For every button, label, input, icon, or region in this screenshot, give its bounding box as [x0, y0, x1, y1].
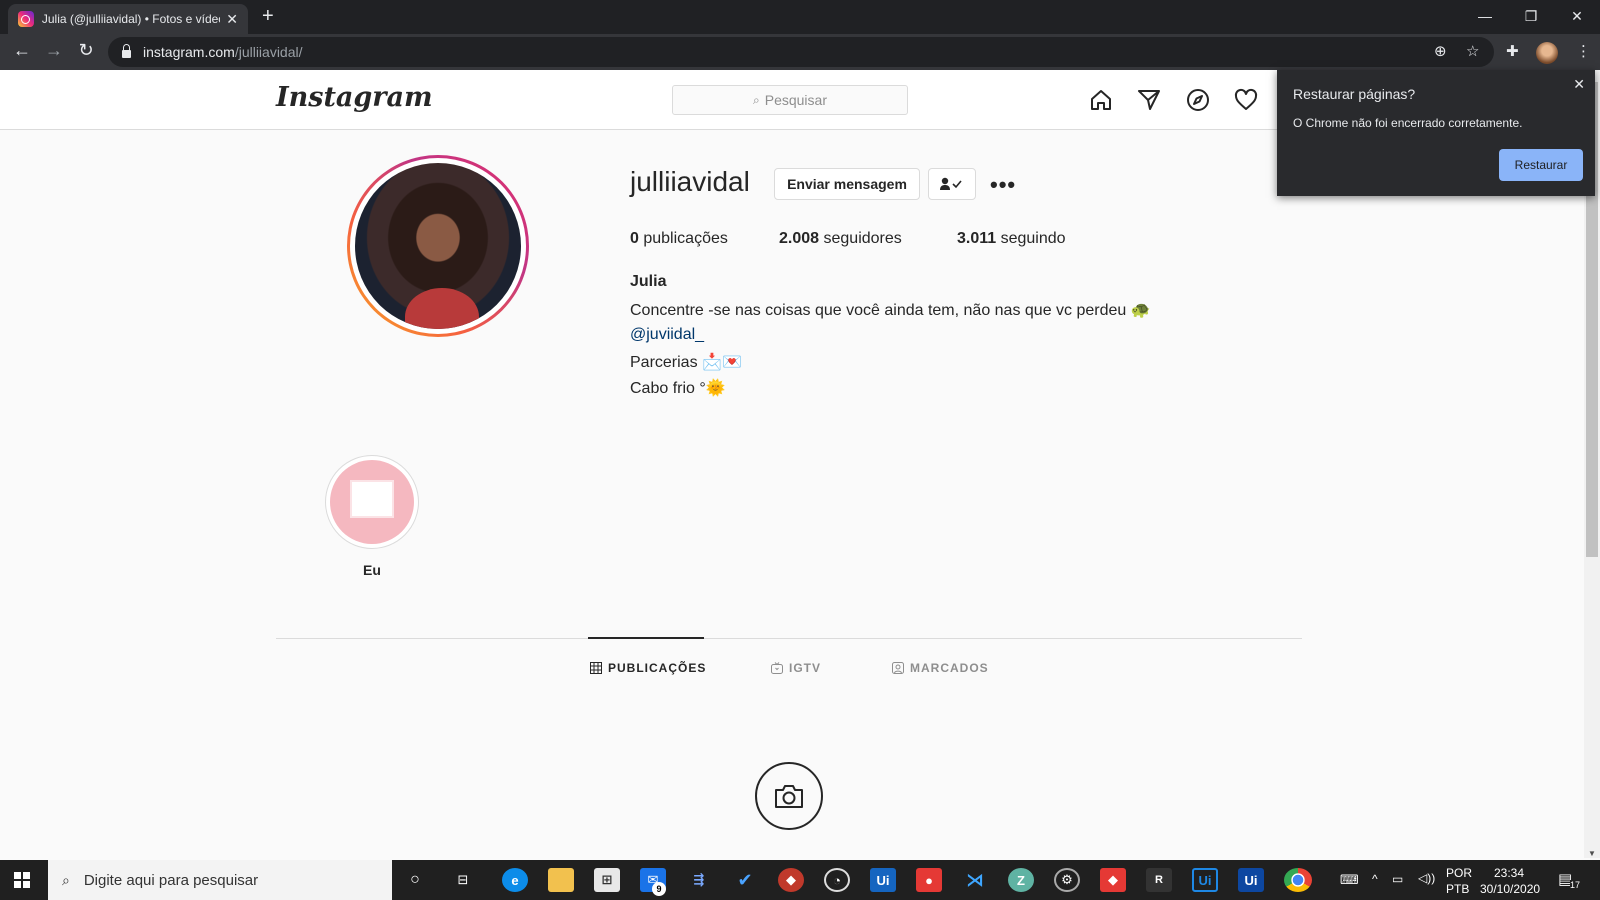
r-app-icon[interactable]: R	[1146, 868, 1172, 892]
following-link[interactable]: 3.011 seguindo	[957, 230, 1066, 248]
browser-titlebar: Julia (@julliiavidal) • Fotos e vídeos ✕…	[0, 0, 1600, 34]
settings-gear-icon[interactable]: ⚙	[1054, 868, 1080, 892]
uipath-robot-icon[interactable]: Ui	[1238, 868, 1264, 892]
tab-close-icon[interactable]: ✕	[226, 11, 238, 28]
active-tab-indicator	[588, 637, 704, 639]
volume-icon[interactable]: ◁))	[1418, 871, 1435, 885]
bio-line: Cabo frio °🌞	[630, 380, 726, 397]
lock-icon	[122, 44, 131, 58]
forward-icon[interactable]: →	[42, 40, 66, 61]
bookmark-star-icon[interactable]: ☆	[1466, 42, 1479, 60]
zoom-icon[interactable]: ⊕	[1434, 42, 1447, 60]
story-highlight[interactable]	[325, 455, 419, 549]
url-text: instagram.com/julliiavidal/	[143, 44, 303, 60]
popup-close-icon[interactable]: ✕	[1573, 76, 1585, 93]
network-icon[interactable]: ▭	[1392, 872, 1403, 886]
tab-title: Julia (@julliiavidal) • Fotos e vídeos	[41, 12, 221, 26]
igtv-icon	[771, 662, 783, 674]
profile-username: julliiavidal	[630, 166, 750, 197]
uipath-studio-icon[interactable]: Ui	[1192, 868, 1218, 892]
z-app-icon[interactable]: Z	[1008, 868, 1034, 892]
instagram-logo[interactable]: Instagram	[276, 82, 433, 113]
notifications-count: 17	[1570, 880, 1581, 890]
profile-full-name: Julia	[630, 273, 667, 290]
bio-mention-link[interactable]: @juviidal_	[630, 326, 704, 344]
browser-tab[interactable]: Julia (@julliiavidal) • Fotos e vídeos ✕	[8, 4, 248, 34]
bio-line: Concentre -se nas coisas que você ainda …	[630, 302, 1151, 319]
azure-devops-icon[interactable]: ⇶	[686, 868, 712, 892]
restore-window-button[interactable]: ❐	[1508, 4, 1554, 28]
bio-line: Parcerias 📩💌	[630, 354, 742, 371]
obs-icon[interactable]: ◔	[824, 868, 850, 892]
tab-igtv[interactable]: IGTV	[771, 661, 821, 675]
restore-pages-popup: Restaurar páginas? ✕ O Chrome não foi en…	[1277, 70, 1595, 196]
search-icon: ⌕	[62, 871, 70, 888]
instagram-favicon-icon	[18, 11, 34, 27]
tab-publicacoes[interactable]: PUBLICAÇÕES	[590, 661, 706, 675]
explore-compass-icon[interactable]	[1186, 88, 1210, 112]
popup-title: Restaurar páginas?	[1293, 86, 1416, 102]
tab-marcados[interactable]: MARCADOS	[892, 661, 989, 675]
profile-avatar[interactable]	[1536, 42, 1558, 64]
home-icon[interactable]	[1089, 88, 1113, 112]
browser-toolbar: ← → ↻ instagram.com/julliiavidal/ ⊕ ☆ ✚ …	[0, 34, 1600, 70]
send-message-button[interactable]: Enviar mensagem	[774, 168, 920, 200]
menu-kebab-icon[interactable]: ⋮	[1576, 42, 1591, 60]
language-top[interactable]: POR	[1446, 866, 1472, 880]
clock-time[interactable]: 23:34	[1494, 866, 1524, 880]
following-button[interactable]	[928, 168, 976, 200]
profile-photo	[355, 163, 521, 329]
activity-heart-icon[interactable]	[1234, 88, 1258, 112]
uipath-icon[interactable]: Ui	[870, 868, 896, 892]
camera-icon	[755, 762, 823, 830]
direct-message-icon[interactable]	[1137, 88, 1161, 112]
search-input[interactable]: ⌕ Pesquisar	[672, 85, 908, 115]
cortana-icon[interactable]: ○	[402, 868, 428, 892]
keyboard-icon[interactable]: ⌨	[1340, 872, 1359, 888]
vscode-icon[interactable]: ⋊	[962, 868, 988, 892]
clock-date[interactable]: 30/10/2020	[1480, 882, 1540, 896]
back-icon[interactable]: ←	[10, 40, 34, 61]
highlight-label: Eu	[363, 562, 381, 578]
tagged-icon	[892, 662, 904, 674]
new-tab-button[interactable]: +	[262, 5, 274, 28]
posts-count: 0 publicações	[630, 230, 728, 247]
close-window-button[interactable]: ✕	[1554, 4, 1600, 28]
grid-icon	[590, 662, 602, 674]
task-view-icon[interactable]: ⊟	[450, 868, 476, 892]
scroll-down-icon[interactable]: ▼	[1584, 849, 1600, 858]
tabs-divider	[276, 638, 1302, 639]
anydesk-icon[interactable]: ◆	[1100, 868, 1126, 892]
windows-start-icon[interactable]	[14, 872, 30, 888]
extensions-icon[interactable]: ✚	[1506, 42, 1519, 60]
highlight-cover	[330, 460, 414, 544]
search-icon: ⌕	[753, 92, 760, 107]
profile-picture[interactable]	[347, 155, 529, 337]
browser-shield-icon[interactable]: ◆	[778, 868, 804, 892]
more-options-icon[interactable]: •••	[990, 172, 1016, 198]
windows-taskbar: ⌕ Digite aqui para pesquisar ○ ⊟ e ⊞ ✉ 9…	[0, 860, 1600, 900]
chrome-icon[interactable]	[1284, 868, 1312, 892]
record-icon[interactable]: ●	[916, 868, 942, 892]
edge-icon[interactable]: e	[502, 868, 528, 892]
taskbar-search-input[interactable]: ⌕ Digite aqui para pesquisar	[48, 860, 392, 900]
followers-link[interactable]: 2.008 seguidores	[779, 230, 902, 248]
tray-chevron-icon[interactable]: ^	[1372, 872, 1378, 886]
popup-message: O Chrome não foi encerrado corretamente.	[1293, 116, 1523, 130]
restore-button[interactable]: Restaurar	[1499, 149, 1583, 181]
search-placeholder: Pesquisar	[764, 92, 827, 108]
user-check-icon	[940, 177, 962, 190]
address-bar[interactable]: instagram.com/julliiavidal/	[108, 37, 1494, 67]
minimize-button[interactable]: —	[1462, 4, 1508, 28]
file-explorer-icon[interactable]	[548, 868, 574, 892]
language-bottom[interactable]: PTB	[1446, 882, 1469, 896]
reload-icon[interactable]: ↻	[74, 40, 98, 61]
store-icon[interactable]: ⊞	[594, 868, 620, 892]
mail-badge: 9	[652, 882, 666, 896]
todo-check-icon[interactable]: ✔	[732, 868, 758, 892]
